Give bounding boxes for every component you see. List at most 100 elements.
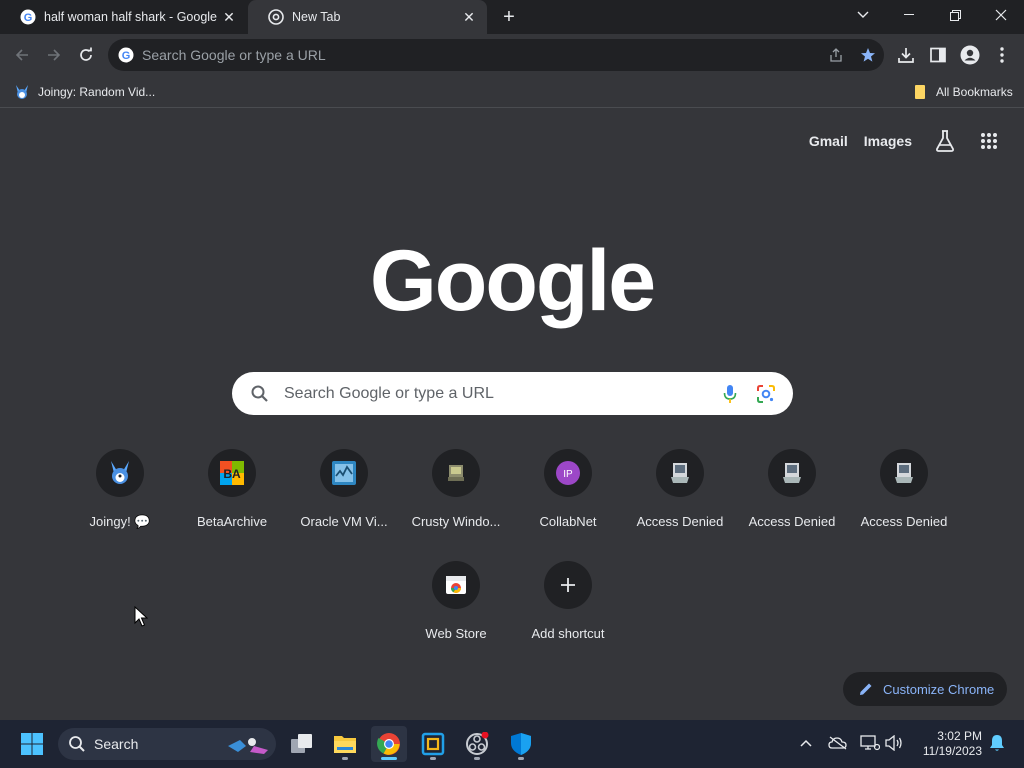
svg-text:IP: IP <box>563 469 573 480</box>
running-indicator <box>342 757 348 760</box>
clock-time: 3:02 PM <box>937 729 982 743</box>
forward-button[interactable] <box>42 43 66 67</box>
pencil-icon <box>860 683 872 695</box>
share-icon[interactable] <box>820 47 852 63</box>
shortcut-icon-circle <box>432 561 480 609</box>
bookmark-star-icon[interactable] <box>852 47 884 63</box>
shortcut-icon-circle <box>320 449 368 497</box>
taskbar-search-label: Search <box>94 736 139 752</box>
show-hidden-icons-chevron-icon[interactable] <box>795 732 817 754</box>
shortcut-icon-circle: BA <box>208 449 256 497</box>
running-indicator <box>474 757 480 760</box>
download-icon[interactable] <box>896 45 916 65</box>
shortcut-tile[interactable]: Crusty Windo... <box>400 449 512 549</box>
shortcut-tile[interactable]: Access Denied <box>624 449 736 549</box>
shortcut-label: Joingy! 💬 <box>89 514 151 529</box>
shortcut-icon-circle <box>544 561 592 609</box>
tab-title: New Tab <box>292 10 341 24</box>
search-placeholder: Search Google or type a URL <box>284 384 494 402</box>
windows-logo-icon <box>21 733 43 755</box>
gmail-link[interactable]: Gmail <box>809 133 848 149</box>
close-window-button[interactable] <box>978 0 1024 30</box>
all-bookmarks-button[interactable]: All Bookmarks <box>912 82 1013 102</box>
shortcut-icon-circle <box>656 449 704 497</box>
shortcut-tile[interactable]: BA BetaArchive <box>176 449 288 549</box>
shortcut-tile[interactable]: IP CollabNet <box>512 449 624 549</box>
file-explorer-button[interactable] <box>327 726 363 762</box>
volume-icon[interactable] <box>883 732 905 754</box>
close-tab-icon[interactable]: ✕ <box>221 9 237 25</box>
new-tab-button[interactable]: + <box>498 6 520 28</box>
taskbar-clock[interactable]: 3:02 PM 11/19/2023 <box>914 729 982 759</box>
tab-strip: G half woman half shark - Google ✕ New T… <box>0 0 1024 34</box>
bookmarks-bar: Joingy: Random Vid... All Bookmarks <box>0 76 1024 108</box>
obs-taskbar-button[interactable] <box>459 726 495 762</box>
ntp-search-box[interactable]: Search Google or type a URL <box>232 372 793 415</box>
shortcut-icon-circle <box>432 449 480 497</box>
side-panel-icon[interactable] <box>928 45 948 65</box>
tab-search-chevron-icon[interactable] <box>840 0 886 30</box>
labs-flask-icon[interactable] <box>934 130 956 152</box>
svg-text:G: G <box>24 12 33 24</box>
tab-google-search[interactable]: G half woman half shark - Google ✕ <box>0 0 247 34</box>
profile-avatar-icon[interactable] <box>960 45 980 65</box>
access-denied-icon <box>671 463 689 483</box>
mouse-cursor-icon <box>134 606 148 627</box>
omnibox[interactable]: G Search Google or type a URL <box>108 39 884 71</box>
images-link[interactable]: Images <box>864 133 912 149</box>
reload-icon <box>80 47 92 61</box>
google-apps-icon[interactable] <box>978 130 1000 152</box>
shortcut-tile[interactable]: Oracle VM Vi... <box>288 449 400 549</box>
collabnet-icon: IP <box>556 461 580 485</box>
voice-search-icon[interactable] <box>719 383 741 405</box>
search-icon <box>69 736 85 752</box>
back-button[interactable] <box>10 43 34 67</box>
plus-icon <box>561 578 575 592</box>
shortcut-tile[interactable]: Access Denied <box>736 449 848 549</box>
shortcut-tile[interactable]: Joingy! 💬 <box>64 449 176 549</box>
reload-button[interactable] <box>74 43 98 67</box>
search-icon <box>251 385 268 402</box>
chrome-icon <box>377 733 400 755</box>
google-favicon-icon: G <box>20 9 36 25</box>
obs-icon <box>466 732 489 755</box>
toolbar: G Search Google or type a URL <box>0 34 1024 76</box>
taskbar-search[interactable]: Search <box>58 728 276 760</box>
customize-chrome-button[interactable]: Customize Chrome <box>843 672 1007 706</box>
clock-date: 11/19/2023 <box>922 744 982 758</box>
shortcut-label: Oracle VM Vi... <box>300 514 388 529</box>
all-bookmarks-label: All Bookmarks <box>936 85 1013 99</box>
chrome-menu-icon[interactable] <box>992 45 1012 65</box>
oracle-vm-icon <box>332 461 356 485</box>
google-lens-icon[interactable] <box>755 383 777 405</box>
shortcut-tile[interactable]: Web Store <box>400 561 512 661</box>
virtualbox-taskbar-button[interactable] <box>415 726 451 762</box>
task-view-button[interactable] <box>284 726 320 762</box>
tab-new-tab[interactable]: New Tab ✕ <box>248 0 487 34</box>
shortcut-tile[interactable]: Access Denied <box>848 449 960 549</box>
restore-button[interactable] <box>932 0 978 30</box>
google-logo: Google <box>369 233 656 329</box>
joingy-icon <box>16 85 28 99</box>
close-tab-icon[interactable]: ✕ <box>461 9 477 25</box>
shield-icon <box>511 733 531 755</box>
running-indicator <box>430 757 436 760</box>
web-store-icon <box>446 576 466 594</box>
shortcut-label: Access Denied <box>636 514 724 529</box>
shortcut-label: CollabNet <box>539 514 597 529</box>
windows-taskbar: Search 3:02 PM 11/19/2023 <box>0 720 1024 768</box>
active-indicator <box>381 757 397 760</box>
folder-icon <box>915 85 925 99</box>
minimize-button[interactable] <box>886 0 932 30</box>
onedrive-offline-icon[interactable] <box>827 732 849 754</box>
defender-taskbar-button[interactable] <box>503 726 539 762</box>
network-icon[interactable] <box>859 732 881 754</box>
shortcut-label: Add shortcut <box>531 626 605 641</box>
customize-chrome-label: Customize Chrome <box>883 681 995 697</box>
bookmark-joingy[interactable]: Joingy: Random Vid... <box>14 82 155 102</box>
start-button[interactable] <box>14 726 50 762</box>
bookmark-label: Joingy: Random Vid... <box>38 85 156 99</box>
notification-bell-icon[interactable] <box>986 732 1008 754</box>
add-shortcut-tile[interactable]: Add shortcut <box>512 561 624 661</box>
chrome-taskbar-button[interactable] <box>371 726 407 762</box>
